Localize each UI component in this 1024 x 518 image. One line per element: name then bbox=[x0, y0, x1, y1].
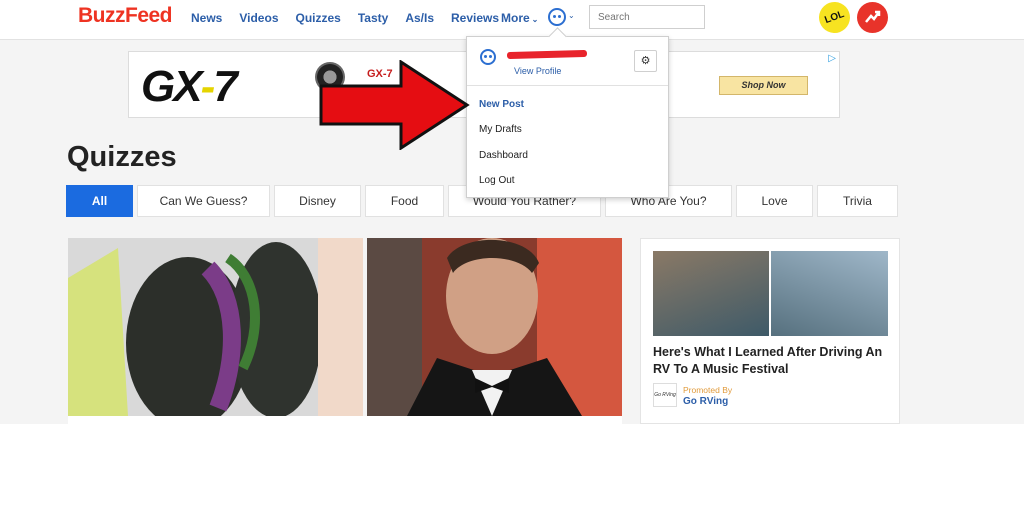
annotation-arrow bbox=[319, 60, 470, 150]
ad-brand-suffix: 7 bbox=[213, 62, 238, 111]
quiz-card-image-food[interactable] bbox=[68, 238, 363, 416]
search-input[interactable] bbox=[589, 5, 705, 29]
promo-image[interactable] bbox=[653, 251, 888, 336]
promo-photo-right bbox=[771, 251, 888, 336]
more-label: More bbox=[501, 11, 530, 25]
chevron-down-icon: ⌄ bbox=[531, 15, 539, 24]
card-footer-strip bbox=[68, 416, 622, 424]
tab-food[interactable]: Food bbox=[365, 185, 444, 217]
quiz-card-image-portrait[interactable] bbox=[367, 238, 622, 416]
shop-now-button[interactable]: Shop Now bbox=[719, 76, 808, 95]
ad-brand-dash: - bbox=[200, 62, 216, 111]
menu-item-new-post[interactable]: New Post bbox=[479, 99, 524, 110]
trending-arrow-icon bbox=[865, 10, 881, 23]
sponsored-promo-card[interactable]: Here's What I Learned After Driving An R… bbox=[640, 238, 900, 424]
top-navigation-bar: BuzzFeed News Videos Quizzes Tasty As/Is… bbox=[0, 0, 1024, 40]
settings-gear-icon[interactable]: ⚙ bbox=[634, 50, 657, 72]
sponsor-logo[interactable]: Go RVing bbox=[653, 383, 677, 407]
tab-disney[interactable]: Disney bbox=[274, 185, 361, 217]
lol-badge[interactable]: LOL bbox=[814, 0, 855, 38]
more-menu-button[interactable]: More ⌄ bbox=[501, 11, 538, 25]
redacted-username bbox=[506, 49, 588, 60]
promo-headline[interactable]: Here's What I Learned After Driving An R… bbox=[653, 344, 893, 378]
promoted-by-label: Promoted By bbox=[683, 385, 733, 395]
screenshot-area: BuzzFeed News Videos Quizzes Tasty As/Is… bbox=[0, 0, 1024, 424]
tab-can-we-guess[interactable]: Can We Guess? bbox=[137, 185, 270, 217]
nav-link-news[interactable]: News bbox=[191, 11, 222, 25]
nav-link-reviews[interactable]: Reviews bbox=[451, 11, 499, 25]
sponsor-name-link[interactable]: Go RVing bbox=[683, 396, 728, 407]
menu-item-log-out[interactable]: Log Out bbox=[479, 175, 515, 186]
trending-badge[interactable] bbox=[857, 2, 888, 33]
nav-link-videos[interactable]: Videos bbox=[239, 11, 278, 25]
menu-item-dashboard[interactable]: Dashboard bbox=[479, 150, 528, 161]
ad-brand-logo: GX-7 bbox=[141, 62, 238, 112]
tab-all[interactable]: All bbox=[66, 185, 133, 217]
page: BuzzFeed News Videos Quizzes Tasty As/Is… bbox=[0, 0, 1024, 518]
user-avatar-icon[interactable] bbox=[480, 49, 496, 65]
page-title: Quizzes bbox=[67, 141, 177, 173]
tab-love[interactable]: Love bbox=[736, 185, 813, 217]
ad-brand-prefix: GX bbox=[141, 62, 203, 111]
buzzfeed-logo[interactable]: BuzzFeed bbox=[78, 4, 173, 28]
tab-trivia[interactable]: Trivia bbox=[817, 185, 898, 217]
nav-link-quizzes[interactable]: Quizzes bbox=[296, 11, 341, 25]
view-profile-link[interactable]: View Profile bbox=[514, 66, 561, 76]
nav-link-asis[interactable]: As/Is bbox=[405, 11, 434, 25]
dropdown-divider bbox=[467, 85, 668, 86]
promo-photo-left bbox=[653, 251, 769, 336]
menu-item-my-drafts[interactable]: My Drafts bbox=[479, 124, 522, 135]
main-nav: News Videos Quizzes Tasty As/Is Reviews bbox=[191, 11, 516, 25]
food-photo bbox=[68, 238, 363, 416]
user-dropdown-menu: View Profile ⚙ New Post My Drafts Dashbo… bbox=[466, 36, 669, 198]
user-face-icon[interactable] bbox=[548, 8, 566, 26]
ad-choices-icon[interactable]: ▷ bbox=[828, 53, 836, 64]
chevron-down-icon[interactable]: ⌄ bbox=[568, 11, 575, 20]
portrait-photo bbox=[367, 238, 622, 416]
nav-link-tasty[interactable]: Tasty bbox=[358, 11, 388, 25]
